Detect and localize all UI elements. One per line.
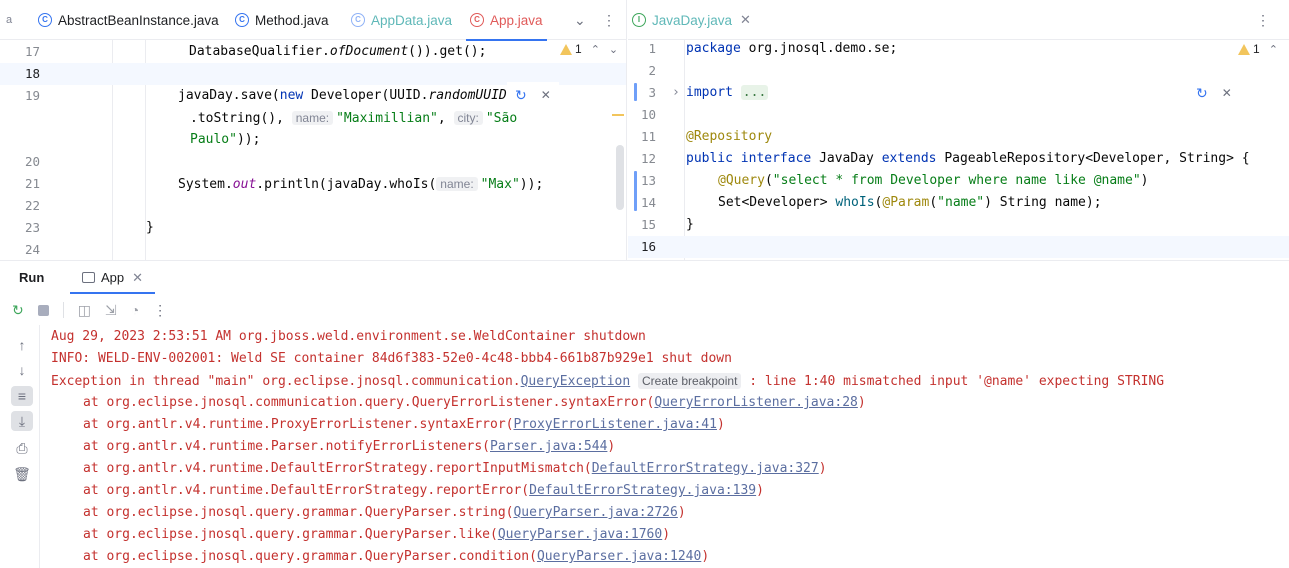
run-title: Run	[19, 270, 45, 285]
folded-imports[interactable]: ...	[740, 85, 769, 100]
soft-wrap-icon[interactable]: ≡	[11, 386, 33, 406]
stack-frame-link[interactable]: ProxyErrorListener.java:41	[513, 417, 717, 432]
run-header: Run App ✕	[0, 261, 1289, 294]
tab-app-data[interactable]: C AppData.java	[351, 0, 452, 40]
more-tabs-icon[interactable]: ⋮	[602, 0, 616, 40]
code-line: 15 }	[640, 217, 694, 232]
console-line: Aug 29, 2023 2:53:51 AM org.jboss.weld.e…	[51, 329, 646, 344]
trash-icon[interactable]: 🗑	[11, 464, 33, 484]
stack-frame: at org.eclipse.jnosql.query.grammar.Quer…	[83, 549, 710, 564]
param-hint: city:	[453, 111, 483, 125]
code-line: Paulo"));	[190, 132, 261, 147]
left-editor-tabbar: a C AbstractBeanInstance.java C Method.j…	[0, 0, 626, 41]
login-icon[interactable]: ⇲	[105, 303, 117, 317]
class-icon: C	[351, 13, 365, 27]
stack-frame: at org.eclipse.jnosql.communication.quer…	[83, 395, 866, 410]
stack-frame-link[interactable]: QueryParser.java:1760	[498, 527, 662, 542]
code-line: 12 public interface JavaDay extends Page…	[640, 151, 1250, 166]
code-line: 2	[648, 63, 656, 78]
tab-app[interactable]: C App.java	[466, 0, 547, 41]
code-line: 14 Set<Developer> whoIs(@Param("name") S…	[640, 195, 1102, 210]
stack-frame: at org.antlr.v4.runtime.Parser.notifyErr…	[83, 439, 616, 454]
stack-frame-link[interactable]: QueryParser.java:1240	[537, 549, 701, 564]
toolbar-separator	[62, 302, 64, 318]
console-side-toolbar: ↑ ↓ ≡ ⤓ ⎙ 🗑	[0, 325, 40, 568]
close-icon[interactable]: ✕	[1222, 86, 1232, 100]
reload-changes-icon[interactable]: ↻	[1196, 85, 1208, 102]
right-editor-tabbar: I JavaDay.java ✕ ⋮	[628, 0, 1289, 40]
code-line: 20	[24, 154, 40, 169]
arrow-up-icon[interactable]: ↑	[11, 335, 33, 355]
close-icon[interactable]: ✕	[541, 88, 551, 102]
code-line: 10	[640, 107, 656, 122]
tab-method[interactable]: C Method.java	[235, 0, 329, 40]
code-line: 23 }	[24, 220, 154, 235]
stack-frame: at org.antlr.v4.runtime.DefaultErrorStra…	[83, 483, 764, 498]
left-editor: a C AbstractBeanInstance.java C Method.j…	[0, 0, 627, 260]
exception-link[interactable]: QueryException	[521, 374, 631, 389]
run-tool-window: Run App ✕ ↻ ◫ ⇲ ◔ ⋮ ↑ ↓ ≡ ⤓ ⎙ 🗑 Aug 29, …	[0, 260, 1289, 568]
param-hint: name:	[436, 177, 478, 191]
stop-icon[interactable]	[37, 304, 49, 316]
stack-frame: at org.antlr.v4.runtime.DefaultErrorStra…	[83, 461, 827, 476]
code-line: 22	[24, 198, 40, 213]
stack-frame: at org.eclipse.jnosql.query.grammar.Quer…	[83, 527, 671, 542]
camera-icon[interactable]: ◫	[78, 303, 91, 317]
overflow-tab[interactable]: a	[6, 0, 12, 40]
rerun-icon[interactable]: ↻	[12, 303, 24, 317]
gauge-icon[interactable]: ◔	[131, 303, 139, 317]
stack-frame: at org.eclipse.jnosql.query.grammar.Quer…	[83, 505, 686, 520]
console-line: INFO: WELD-ENV-002001: Weld SE container…	[51, 351, 732, 366]
scroll-to-end-icon[interactable]: ⤓	[11, 411, 33, 431]
more-icon[interactable]: ⋮	[153, 303, 167, 317]
code-line: 11 @Repository	[640, 129, 773, 144]
reload-changes-icon[interactable]: ↻	[515, 87, 527, 104]
tab-java-day[interactable]: I JavaDay.java ✕	[632, 0, 751, 40]
stack-frame-link[interactable]: DefaultErrorStrategy.java:327	[592, 461, 819, 476]
console-line: Exception in thread "main" org.eclipse.j…	[51, 373, 1165, 389]
right-editor: I JavaDay.java ✕ ⋮ 1 ⌃ 1 package org.jno…	[628, 0, 1289, 260]
left-editor-scrollbar[interactable]	[616, 145, 624, 210]
left-code-area[interactable]: 17 DatabaseQualifier.ofDocument()).get()…	[0, 40, 626, 260]
code-line: 13 @Query("select * from Developer where…	[640, 173, 1149, 188]
code-line: .toString(), name: "Maximillian", city: "S…	[190, 111, 518, 126]
create-breakpoint-button[interactable]: Create breakpoint	[638, 373, 742, 389]
code-line: 24	[24, 242, 40, 257]
tab-abstract-bean-instance[interactable]: C AbstractBeanInstance.java	[38, 0, 219, 40]
class-icon: C	[470, 13, 484, 27]
tabs-dropdown-icon[interactable]: ⌄	[574, 0, 586, 40]
interface-icon: I	[632, 13, 646, 27]
arrow-down-icon[interactable]: ↓	[11, 360, 33, 380]
run-toolbar: ↻ ◫ ⇲ ◔ ⋮	[0, 296, 1289, 324]
close-tab-icon[interactable]: ✕	[132, 270, 143, 286]
class-icon: C	[38, 13, 52, 27]
more-tabs-icon[interactable]: ⋮	[1256, 0, 1270, 40]
print-icon[interactable]: ⎙	[11, 438, 33, 458]
code-line-current: 16	[628, 236, 1289, 258]
stack-frame: at org.antlr.v4.runtime.ProxyErrorListen…	[83, 417, 725, 432]
stack-frame-link[interactable]: DefaultErrorStrategy.java:139	[529, 483, 756, 498]
warning-stripe-mark[interactable]	[612, 114, 624, 116]
floating-toolbar: ↻ ✕	[1188, 80, 1240, 106]
param-hint: name:	[291, 111, 334, 125]
code-line: 1 package org.jnosql.demo.se;	[648, 41, 898, 56]
close-tab-icon[interactable]: ✕	[740, 12, 751, 28]
fold-chevron-icon[interactable]: ›	[672, 82, 680, 104]
stack-frame-link[interactable]: QueryErrorListener.java:28	[654, 395, 858, 410]
console-output[interactable]: Aug 29, 2023 2:53:51 AM org.jboss.weld.e…	[51, 326, 1289, 568]
stack-frame-link[interactable]: Parser.java:544	[490, 439, 607, 454]
code-line: 17 DatabaseQualifier.ofDocument()).get()…	[24, 44, 487, 59]
floating-toolbar: ↻ ✕	[507, 82, 559, 108]
class-icon: C	[235, 13, 249, 27]
right-code-area[interactable]: 1 package org.jnosql.demo.se; 2 3 › impo…	[628, 40, 1289, 260]
window-icon	[82, 272, 95, 283]
stack-frame-link[interactable]: QueryParser.java:2726	[513, 505, 677, 520]
run-tab-app[interactable]: App ✕	[70, 261, 156, 294]
code-line: 21 System.out.println(javaDay.whoIs(name…	[24, 176, 544, 192]
